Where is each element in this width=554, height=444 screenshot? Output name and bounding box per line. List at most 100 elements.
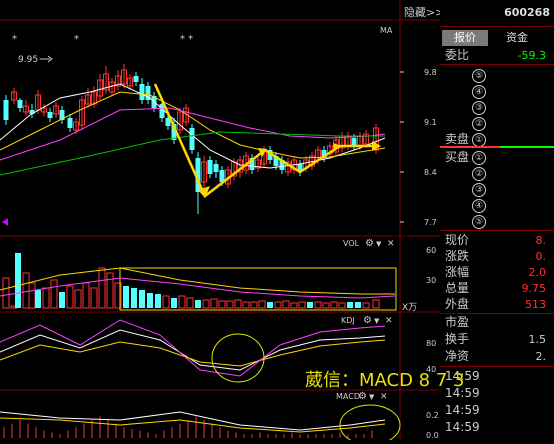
volume-bar xyxy=(162,295,170,309)
tab-capital[interactable]: 资金 xyxy=(492,30,542,46)
candle-body xyxy=(213,164,219,172)
level-number: ④ xyxy=(472,199,486,213)
close-icon: ✕ xyxy=(380,392,388,402)
candle-body xyxy=(139,84,145,100)
level-number: ③ xyxy=(472,101,486,115)
volume-bar xyxy=(74,289,82,309)
stat-label: 换手 xyxy=(445,332,470,346)
stat-value: 513 xyxy=(525,298,546,311)
candle-body xyxy=(189,128,195,150)
tab-quote[interactable]: 报价 xyxy=(442,30,488,46)
volume-bar xyxy=(298,301,306,309)
volume-bar xyxy=(90,287,98,309)
volume-bar xyxy=(106,272,114,309)
volume-bar xyxy=(98,267,106,309)
buy-bar xyxy=(500,146,554,148)
watermark-text: 葳信：MACD 8 7 3 xyxy=(305,370,465,391)
volume-bar xyxy=(195,300,201,308)
stat-row: 换手 1.5 xyxy=(445,331,550,348)
volume-bar xyxy=(362,302,370,309)
candle-body xyxy=(47,112,53,118)
macd-dif-line xyxy=(0,411,386,431)
volume-bar xyxy=(314,301,322,309)
price-axis-label: 9.8 xyxy=(424,68,437,77)
volume-bar xyxy=(186,297,194,309)
stat-row: 净资 2. xyxy=(445,348,550,365)
wei-bi-label: 委比 xyxy=(445,48,470,62)
macd-dea-line xyxy=(0,417,386,433)
star-marker: * xyxy=(74,34,79,45)
stat-value: 0. xyxy=(535,250,547,263)
volume-bar xyxy=(282,300,290,309)
level-number: ① xyxy=(472,151,486,165)
volume-bar xyxy=(218,300,226,309)
stat-value: 9.75 xyxy=(521,282,547,295)
dropdown-icon: ▼ xyxy=(369,393,375,401)
level-number: ② xyxy=(472,167,486,181)
volume-bar xyxy=(258,300,266,309)
kdj-axis-label: 80 xyxy=(426,339,436,348)
dropdown-icon: ▼ xyxy=(376,240,382,248)
sell-label: 卖盘 xyxy=(445,132,470,146)
price-axis-label: 8.4 xyxy=(424,168,437,177)
volume-bar xyxy=(290,302,298,309)
buy-level-row: ② xyxy=(445,164,486,181)
stat-row: 涨幅 2.0 xyxy=(445,264,550,281)
kdj-highlight-circle xyxy=(211,333,265,383)
stat-row: 现价 8. xyxy=(445,232,550,249)
volume-bar xyxy=(242,301,250,309)
level-number: ⑤ xyxy=(472,215,486,229)
volume-bar xyxy=(82,282,90,309)
volume-bar xyxy=(66,285,74,309)
candle-body xyxy=(67,118,73,128)
hide-panel-button[interactable]: 隐藏>> xyxy=(404,4,444,20)
volume-bar xyxy=(139,290,145,308)
buy-level-row: ⑤ xyxy=(445,212,486,229)
ma-label: MA xyxy=(380,26,393,35)
volume-bar xyxy=(59,292,65,308)
kdj-d-line xyxy=(0,339,386,367)
volume-bar xyxy=(15,253,21,308)
level-number: ⑤ xyxy=(472,69,486,83)
close-icon: ✕ xyxy=(387,239,395,249)
volume-bar xyxy=(307,302,313,308)
sell-level-row: ④ xyxy=(445,82,486,99)
volume-bar xyxy=(274,301,282,309)
star-marker: * * xyxy=(180,34,193,45)
panel-label: VOL xyxy=(343,239,360,248)
stat-label: 涨幅 xyxy=(445,265,470,279)
stat-value: 1.5 xyxy=(528,333,547,346)
volume-bar xyxy=(2,277,10,309)
sell-level-row: ② xyxy=(445,114,486,131)
buy-level-row: ① xyxy=(445,148,486,165)
stat-label: 市盈 xyxy=(445,315,470,329)
volume-bar xyxy=(226,300,234,309)
volume-bar xyxy=(147,293,153,308)
volume-bar xyxy=(338,302,346,309)
star-marker: * xyxy=(12,34,17,45)
wei-bi-row: 委比 -59.3 xyxy=(445,47,550,64)
level-number: ④ xyxy=(472,85,486,99)
price-axis-label: 9.1 xyxy=(424,118,437,127)
gear-icon: ⚙ xyxy=(358,391,367,402)
price-marker-label: 9.95 xyxy=(18,55,38,65)
volume-bar xyxy=(155,294,161,308)
stat-row: 市盈 xyxy=(445,314,550,331)
volume-bar xyxy=(210,298,218,309)
volume-bar xyxy=(355,302,361,308)
stat-label: 总量 xyxy=(445,281,470,295)
dropdown-icon: ▼ xyxy=(374,317,380,325)
volume-bar xyxy=(22,272,30,309)
volume-bar xyxy=(171,298,177,308)
volume-bar xyxy=(330,301,338,309)
macd-axis-label: 0.2 xyxy=(426,411,439,420)
stat-row: 涨跌 0. xyxy=(445,248,550,265)
buy-level-row: ③ xyxy=(445,180,486,197)
candle-body xyxy=(207,160,213,174)
panel-label: MACD xyxy=(336,392,360,401)
divider xyxy=(440,26,554,27)
volume-bar xyxy=(372,299,380,309)
gear-icon: ⚙ xyxy=(365,238,374,249)
level-number: ② xyxy=(472,117,486,131)
volume-bar xyxy=(202,299,210,309)
